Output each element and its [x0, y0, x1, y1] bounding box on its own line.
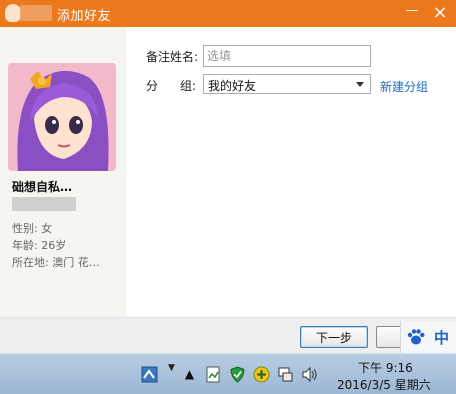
clock-date[interactable]: 2016/3/5 星期六 [337, 376, 431, 393]
friend-nickname: 础想自私… [12, 180, 73, 194]
group-select[interactable]: 我的好友 [203, 74, 371, 94]
group-label-suffix: 组: [180, 79, 197, 93]
window-title: 添加好友 [57, 9, 112, 24]
new-group-link[interactable]: 新建分组 [380, 78, 428, 95]
chevron-down-icon[interactable] [356, 82, 364, 87]
close-icon[interactable]: × [430, 3, 450, 23]
gender-info: 性别: 女 [12, 222, 53, 235]
network-icon[interactable] [141, 366, 158, 383]
group-label: 分 [146, 79, 159, 93]
group-select-value: 我的好友 [208, 79, 257, 93]
plus-circle-icon[interactable] [253, 366, 270, 383]
avatar [8, 63, 116, 171]
remark-name-input[interactable] [203, 45, 371, 67]
paw-icon[interactable] [406, 328, 426, 346]
minimize-icon[interactable]: — [402, 3, 422, 23]
next-button[interactable]: 下一步 [300, 326, 368, 348]
expand-arrow-icon[interactable]: ▼ [163, 360, 180, 377]
ime-mode-indicator[interactable]: 中 [434, 327, 449, 348]
shield-icon[interactable] [229, 366, 246, 383]
title-bar[interactable]: 添加好友 — × [0, 0, 456, 27]
document-icon[interactable] [205, 366, 222, 383]
age-info: 年龄: 26岁 [12, 239, 67, 252]
button-bar: 下一步 取 [0, 317, 456, 353]
taskbar: ▼ ▲ 下午 9:16 2016/3/5 星期六 [0, 353, 456, 394]
volume-icon[interactable] [301, 366, 318, 383]
remote-display-icon[interactable] [277, 366, 294, 383]
qq-penguin-icon [5, 4, 21, 22]
location-info: 所在地: 澳门 花… [12, 256, 100, 269]
add-friend-dialog: 添加好友 — × 础想自私… 性别: 女 年龄: 26岁 所在地: 澳门 花… [0, 0, 456, 353]
remark-name-label: 备注姓名: [146, 50, 199, 64]
clock-time[interactable]: 下午 9:16 [358, 359, 413, 376]
tray-show-hidden-icon[interactable]: ▲ [181, 366, 198, 383]
blurred-title-region [20, 5, 52, 21]
ime-toolbar[interactable]: 中 [400, 321, 456, 353]
blurred-account-number [12, 197, 76, 211]
anime-girl-avatar-icon [8, 63, 116, 171]
profile-panel: 础想自私… 性别: 女 年龄: 26岁 所在地: 澳门 花… [0, 27, 126, 317]
